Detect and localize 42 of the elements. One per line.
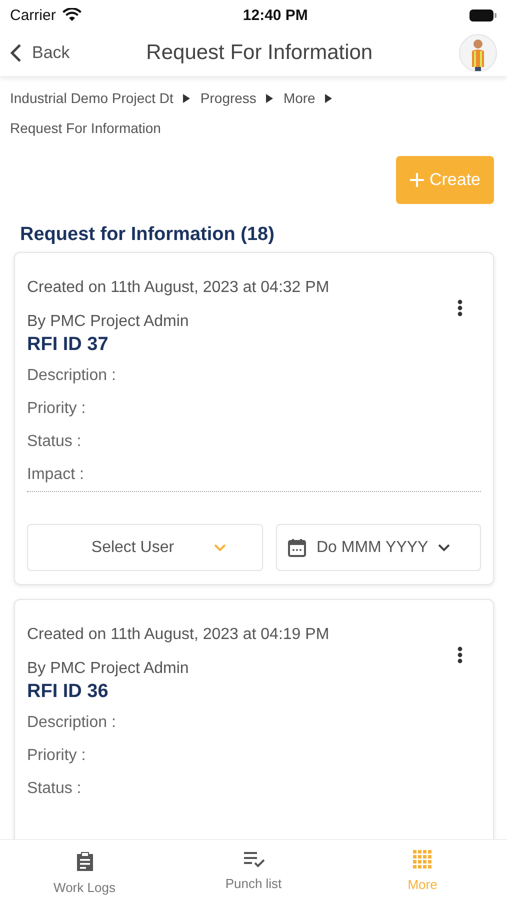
breadcrumb-link[interactable]: More bbox=[283, 90, 316, 106]
tab-item[interactable]: Punch list bbox=[169, 840, 338, 900]
avatar-figure-icon[interactable] bbox=[459, 34, 497, 72]
kebab-menu-icon[interactable] bbox=[457, 646, 463, 664]
chevron-down-icon bbox=[214, 544, 226, 552]
user-dropdown[interactable]: Select User bbox=[27, 524, 262, 571]
field-label: Impact : bbox=[27, 465, 85, 485]
triangle-right-icon bbox=[266, 94, 274, 102]
checklist-icon bbox=[242, 850, 264, 868]
author-text: By PMC Project Admin bbox=[27, 659, 190, 679]
field-label: Description : bbox=[27, 713, 117, 733]
created-date: Created on 11th August, 2023 at 04:19 PM bbox=[27, 625, 330, 645]
chevron-down-icon bbox=[438, 544, 450, 552]
list-heading: Request for Information (18) bbox=[20, 224, 276, 246]
calendar-icon bbox=[286, 538, 306, 558]
back-button[interactable]: Back bbox=[10, 43, 70, 63]
screen-title: Request For Information bbox=[145, 41, 374, 65]
battery-icon bbox=[468, 8, 497, 22]
plus-icon bbox=[409, 172, 426, 188]
date-dropdown[interactable]: Do MMM YYYY bbox=[276, 524, 481, 571]
breadcrumb-link[interactable]: Request For Information bbox=[10, 120, 161, 136]
field-label: Status : bbox=[27, 779, 82, 799]
triangle-right-icon bbox=[325, 94, 332, 102]
triangle-right-icon bbox=[183, 94, 190, 102]
grid-icon bbox=[413, 850, 432, 869]
field-label: Description : bbox=[27, 366, 117, 386]
rfi-id[interactable]: RFI ID 36 bbox=[27, 680, 481, 704]
field-label: Status : bbox=[27, 432, 82, 452]
chevron-left-icon bbox=[10, 43, 22, 63]
author-text: By PMC Project Admin bbox=[27, 312, 190, 332]
rfi-id[interactable]: RFI ID 37 bbox=[27, 333, 481, 357]
clipboard-icon bbox=[74, 850, 94, 872]
carrier-label: Carrier bbox=[10, 6, 56, 24]
breadcrumb-link[interactable]: Industrial Demo Project Dt bbox=[10, 90, 174, 106]
wifi-icon bbox=[62, 8, 82, 22]
tab-item[interactable]: Work Logs bbox=[0, 840, 169, 900]
field-label: Priority : bbox=[27, 746, 87, 766]
kebab-menu-icon[interactable] bbox=[457, 299, 463, 317]
breadcrumb-link[interactable]: Progress bbox=[200, 90, 256, 106]
clock-time: 12:40 PM bbox=[242, 6, 308, 24]
field-label: Priority : bbox=[27, 399, 87, 419]
created-date: Created on 11th August, 2023 at 04:32 PM bbox=[27, 278, 330, 298]
